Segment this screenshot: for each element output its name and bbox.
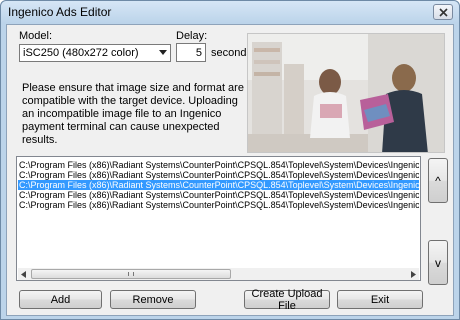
grip-icon xyxy=(128,272,134,276)
close-icon xyxy=(438,7,448,17)
title-bar[interactable]: Ingenico Ads Editor xyxy=(1,1,459,23)
image-file-list[interactable]: C:\Program Files (x86)\Radiant Systems\C… xyxy=(16,156,421,281)
model-select[interactable]: iSC250 (480x272 color) xyxy=(19,44,171,62)
close-button[interactable] xyxy=(433,4,453,20)
dialog-body: Model: iSC250 (480x272 color) Delay: sec… xyxy=(6,24,454,316)
scroll-right-button[interactable] xyxy=(407,268,419,280)
add-button[interactable]: Add xyxy=(19,290,102,309)
image-preview xyxy=(247,33,445,153)
arrow-left-icon xyxy=(21,270,26,278)
move-down-button[interactable]: v xyxy=(428,240,448,285)
move-up-button[interactable]: ^ xyxy=(428,158,448,203)
scroll-left-button[interactable] xyxy=(18,268,30,280)
chevron-down-icon xyxy=(159,50,167,55)
create-upload-file-button[interactable]: Create Upload File xyxy=(244,288,330,312)
list-item-selected[interactable]: C:\Program Files (x86)\Radiant Systems\C… xyxy=(18,180,419,190)
remove-button[interactable]: Remove xyxy=(110,290,196,309)
app-window: Ingenico Ads Editor Model: iSC250 (480x2… xyxy=(0,0,460,320)
window-title: Ingenico Ads Editor xyxy=(8,5,112,19)
compatibility-notice: Please ensure that image size and format… xyxy=(22,82,244,146)
delay-label: Delay: xyxy=(176,30,208,42)
delay-input[interactable] xyxy=(176,43,206,62)
preview-photo xyxy=(248,34,444,152)
horizontal-scrollbar[interactable] xyxy=(18,268,419,280)
arrow-right-icon xyxy=(411,270,416,278)
list-item[interactable]: C:\Program Files (x86)\Radiant Systems\C… xyxy=(18,190,419,200)
exit-button[interactable]: Exit xyxy=(337,290,423,309)
model-select-value: iSC250 (480x272 color) xyxy=(23,47,139,59)
list-item[interactable]: C:\Program Files (x86)\Radiant Systems\C… xyxy=(18,160,419,170)
delay-unit: seconds xyxy=(211,47,252,59)
list-item[interactable]: C:\Program Files (x86)\Radiant Systems\C… xyxy=(18,200,419,210)
list-item[interactable]: C:\Program Files (x86)\Radiant Systems\C… xyxy=(18,170,419,180)
scrollbar-thumb[interactable] xyxy=(31,269,231,279)
model-label: Model: xyxy=(19,30,53,42)
